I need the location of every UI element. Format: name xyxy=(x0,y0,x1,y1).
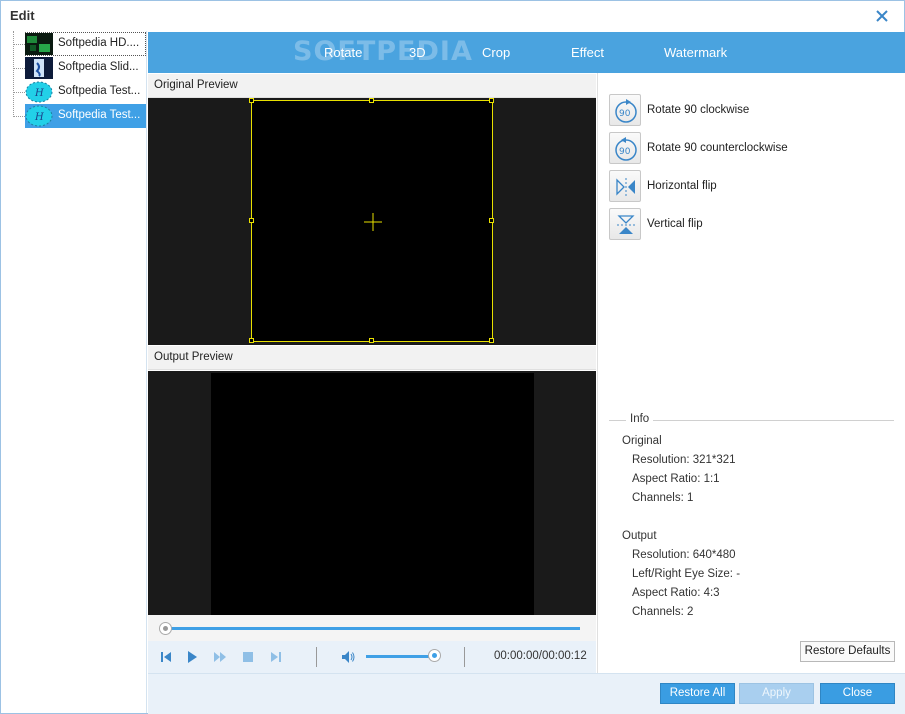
video-thumbnail xyxy=(25,33,53,55)
crop-frame[interactable] xyxy=(249,98,494,343)
rotate-counterclockwise-label: Rotate 90 counterclockwise xyxy=(647,142,788,154)
seek-handle[interactable] xyxy=(159,622,172,635)
svg-text:H: H xyxy=(34,88,44,99)
title-bar: Edit xyxy=(1,1,904,31)
seek-bar[interactable] xyxy=(148,615,596,641)
next-frame-icon[interactable] xyxy=(268,649,284,665)
file-item[interactable]: Softpedia Slid... xyxy=(25,56,146,80)
output-preview-header: Output Preview xyxy=(148,346,596,370)
video-thumbnail xyxy=(25,57,53,79)
output-video-canvas xyxy=(211,373,534,615)
crop-handle[interactable] xyxy=(249,338,254,343)
crop-handle[interactable] xyxy=(369,98,374,103)
window-title: Edit xyxy=(10,8,35,23)
volume-icon[interactable] xyxy=(340,649,356,665)
rotate-cw-icon: 90 xyxy=(609,94,641,126)
restore-all-button[interactable]: Restore All xyxy=(660,683,735,704)
volume-track[interactable] xyxy=(366,655,434,658)
crop-handle[interactable] xyxy=(249,98,254,103)
tab-3d[interactable]: 3D xyxy=(409,45,426,60)
tab-watermark[interactable]: Watermark xyxy=(664,45,727,60)
output-channels: Channels: 2 xyxy=(632,606,694,618)
flip-vertical-icon xyxy=(609,208,641,240)
rotate-clockwise-button[interactable]: 90 Rotate 90 clockwise xyxy=(609,94,889,128)
file-item[interactable]: Softpedia HD.... xyxy=(25,32,146,56)
info-title: Info xyxy=(626,413,654,425)
output-resolution: Resolution: 640*480 xyxy=(632,549,736,561)
crop-handle[interactable] xyxy=(489,218,494,223)
bottom-bar: Restore All Apply Close xyxy=(148,673,905,714)
video-thumbnail: H xyxy=(25,105,53,127)
edit-window: Edit Softpedia HD.... Softpedia Slid... … xyxy=(0,0,905,714)
apply-button[interactable]: Apply xyxy=(739,683,814,704)
vertical-flip-label: Vertical flip xyxy=(647,218,703,230)
crop-handle[interactable] xyxy=(489,98,494,103)
original-preview xyxy=(148,98,596,345)
tab-crop[interactable]: Crop xyxy=(482,45,510,60)
original-heading: Original xyxy=(622,435,662,447)
file-name: Softpedia Test... xyxy=(58,85,141,97)
horizontal-flip-label: Horizontal flip xyxy=(647,180,717,192)
file-item[interactable]: H Softpedia Test... xyxy=(25,104,146,128)
separator xyxy=(316,647,317,667)
play-icon[interactable] xyxy=(184,649,200,665)
seek-track[interactable] xyxy=(166,627,580,630)
flip-horizontal-icon xyxy=(609,170,641,202)
original-preview-header: Original Preview xyxy=(148,74,596,98)
output-aspect-ratio: Aspect Ratio: 4:3 xyxy=(632,587,720,599)
separator xyxy=(464,647,465,667)
softpedia-watermark: SOFTPEDIA xyxy=(293,36,473,67)
file-list xyxy=(1,31,147,713)
rotate-clockwise-label: Rotate 90 clockwise xyxy=(647,104,750,116)
output-heading: Output xyxy=(622,530,657,542)
file-name: Softpedia Test... xyxy=(58,109,141,121)
original-resolution: Resolution: 321*321 xyxy=(632,454,736,466)
volume-handle[interactable] xyxy=(428,649,441,662)
crop-handle[interactable] xyxy=(489,338,494,343)
original-aspect-ratio: Aspect Ratio: 1:1 xyxy=(632,473,720,485)
tab-effect[interactable]: Effect xyxy=(571,45,604,60)
previous-frame-icon[interactable] xyxy=(158,649,174,665)
horizontal-flip-button[interactable]: Horizontal flip xyxy=(609,170,889,204)
fast-forward-icon[interactable] xyxy=(212,649,228,665)
rotate-counterclockwise-button[interactable]: 90 Rotate 90 counterclockwise xyxy=(609,132,889,166)
svg-text:90: 90 xyxy=(619,147,631,157)
tree-line xyxy=(13,68,25,69)
tab-rotate[interactable]: Rotate xyxy=(324,45,362,60)
file-name: Softpedia Slid... xyxy=(58,61,139,73)
file-name: Softpedia HD.... xyxy=(58,37,140,49)
output-preview-label: Output Preview xyxy=(154,351,233,363)
original-channels: Channels: 1 xyxy=(632,492,694,504)
stop-icon[interactable] xyxy=(240,649,256,665)
timecode: 00:00:00/00:00:12 xyxy=(494,650,587,662)
close-button[interactable]: Close xyxy=(820,683,895,704)
output-eye-size: Left/Right Eye Size: - xyxy=(632,568,741,580)
output-preview xyxy=(148,371,596,615)
rotate-panel: 90 Rotate 90 clockwise 90 Rotate 90 coun… xyxy=(597,73,905,673)
crop-handle[interactable] xyxy=(249,218,254,223)
vertical-flip-button[interactable]: Vertical flip xyxy=(609,208,889,242)
video-thumbnail: H xyxy=(25,81,53,103)
crop-handle[interactable] xyxy=(369,338,374,343)
playback-controls: 00:00:00/00:00:12 xyxy=(148,641,596,673)
original-preview-label: Original Preview xyxy=(154,79,238,91)
tree-line xyxy=(13,44,25,45)
crosshair-icon xyxy=(364,213,382,231)
file-item[interactable]: H Softpedia Test... xyxy=(25,80,146,104)
restore-defaults-button[interactable]: Restore Defaults xyxy=(800,641,895,662)
tab-bar: SOFTPEDIA Rotate 3D Crop Effect Watermar… xyxy=(148,32,905,73)
rotate-ccw-icon: 90 xyxy=(609,132,641,164)
close-icon[interactable] xyxy=(873,7,891,25)
svg-text:90: 90 xyxy=(619,109,631,119)
tree-line xyxy=(13,92,25,93)
svg-text:H: H xyxy=(34,112,44,123)
tree-line xyxy=(13,116,25,117)
